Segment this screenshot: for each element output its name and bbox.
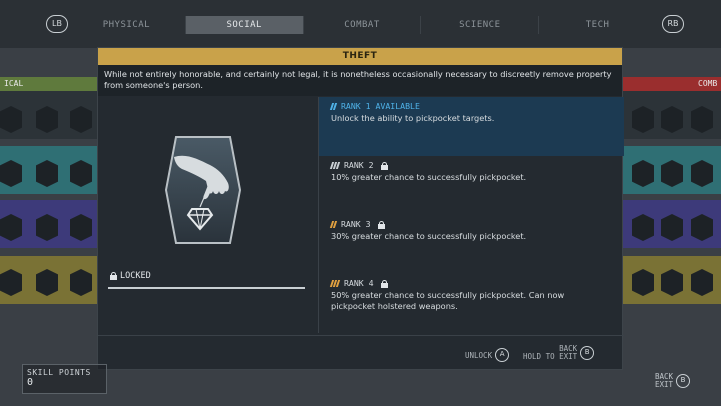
lock-icon bbox=[380, 161, 388, 170]
skill-badge[interactable] bbox=[691, 160, 713, 187]
skill-badge[interactable] bbox=[661, 160, 683, 187]
b-button-icon[interactable]: B bbox=[580, 346, 595, 360]
skill-badge[interactable] bbox=[36, 269, 58, 296]
rank-pips-icon bbox=[329, 280, 341, 287]
rank-1-description: Unlock the ability to pickpocket targets… bbox=[331, 113, 495, 123]
modal-footer: UNLOCK A BACK HOLD TO EXIT B bbox=[98, 335, 624, 371]
exit-label: EXIT bbox=[655, 380, 674, 389]
skill-points-label: SKILL POINTS bbox=[27, 368, 91, 377]
skill-points-value: 0 bbox=[27, 377, 34, 388]
skill-badge[interactable] bbox=[70, 269, 92, 296]
progress-bar bbox=[108, 287, 305, 289]
rank-2-row[interactable]: RANK 2 10% greater chance to successfull… bbox=[319, 156, 624, 215]
rank-3-title: RANK 3 bbox=[341, 219, 371, 229]
skill-badge[interactable] bbox=[632, 214, 654, 241]
tab-physical[interactable]: PHYSICAL bbox=[68, 16, 186, 34]
tab-science[interactable]: SCIENCE bbox=[421, 16, 540, 34]
back-hint[interactable]: BACK HOLD TO EXIT B bbox=[523, 345, 595, 361]
lock-icon bbox=[380, 279, 388, 288]
skill-badge[interactable] bbox=[691, 214, 713, 241]
rank-pips-icon bbox=[329, 221, 338, 228]
back-exit-hint[interactable]: BACK EXIT B bbox=[655, 373, 691, 389]
skill-badge[interactable] bbox=[70, 214, 92, 241]
rank-list: RANK 1 AVAILABLE Unlock the ability to p… bbox=[318, 97, 624, 333]
skill-points-box: SKILL POINTS 0 bbox=[22, 364, 107, 394]
skill-title: THEFT bbox=[98, 48, 622, 65]
skill-badge[interactable] bbox=[0, 160, 22, 187]
rank-2-description: 10% greater chance to successfully pickp… bbox=[331, 172, 527, 182]
lock-icon bbox=[377, 220, 385, 229]
b-button-icon[interactable]: B bbox=[676, 374, 691, 388]
skill-badge[interactable] bbox=[632, 269, 654, 296]
tab-combat[interactable]: COMBAT bbox=[304, 16, 422, 34]
rank-3-description: 30% greater chance to successfully pickp… bbox=[331, 231, 527, 241]
skill-badge[interactable] bbox=[661, 214, 683, 241]
skill-badge[interactable] bbox=[36, 214, 58, 241]
rank-pips-icon bbox=[329, 162, 341, 169]
skill-badge[interactable] bbox=[661, 106, 683, 133]
rb-bumper-button[interactable]: RB bbox=[662, 15, 684, 33]
skill-badge[interactable] bbox=[36, 106, 58, 133]
skill-badge[interactable] bbox=[36, 160, 58, 187]
skill-badge[interactable] bbox=[0, 214, 22, 241]
rank-1-title: RANK 1 AVAILABLE bbox=[341, 101, 420, 111]
lb-bumper-button[interactable]: LB bbox=[46, 15, 68, 33]
rank-2-title: RANK 2 bbox=[344, 160, 374, 170]
skill-badge[interactable] bbox=[691, 106, 713, 133]
skill-badge[interactable] bbox=[632, 160, 654, 187]
rank-4-description: 50% greater chance to successfully pickp… bbox=[331, 290, 565, 311]
lock-icon bbox=[110, 272, 117, 280]
category-tabs: PHYSICAL SOCIAL COMBAT SCIENCE TECH bbox=[68, 16, 656, 34]
rank-3-row[interactable]: RANK 3 30% greater chance to successfull… bbox=[319, 215, 624, 274]
locked-status: LOCKED bbox=[110, 271, 151, 281]
skill-badge[interactable] bbox=[632, 106, 654, 133]
category-tab-bar: LB PHYSICAL SOCIAL COMBAT SCIENCE TECH R… bbox=[0, 0, 721, 48]
rank-pips-icon bbox=[329, 103, 338, 110]
a-button-icon[interactable]: A bbox=[495, 348, 510, 362]
rank-4-title: RANK 4 bbox=[344, 278, 374, 288]
skill-badge[interactable] bbox=[70, 160, 92, 187]
rank-4-row[interactable]: RANK 4 50% greater chance to successfull… bbox=[319, 274, 624, 333]
skill-description: While not entirely honorable, and certai… bbox=[98, 65, 622, 96]
hand-grabbing-gem-icon bbox=[164, 136, 242, 244]
locked-label: LOCKED bbox=[120, 271, 151, 281]
combat-column-header: COMB bbox=[623, 77, 721, 91]
tab-social[interactable]: SOCIAL bbox=[185, 16, 304, 34]
tab-tech[interactable]: TECH bbox=[539, 16, 656, 34]
skill-badge[interactable] bbox=[691, 269, 713, 296]
skill-badge[interactable] bbox=[661, 269, 683, 296]
unlock-hint[interactable]: UNLOCK A bbox=[465, 348, 510, 362]
skill-badge[interactable] bbox=[0, 106, 22, 133]
skill-icon-panel: LOCKED bbox=[98, 97, 318, 333]
rank-1-row[interactable]: RANK 1 AVAILABLE Unlock the ability to p… bbox=[319, 97, 624, 156]
physical-column-header: ICAL bbox=[0, 77, 97, 91]
skill-detail-modal: THEFT While not entirely honorable, and … bbox=[97, 47, 624, 371]
skill-badge[interactable] bbox=[0, 269, 22, 296]
skill-badge[interactable] bbox=[70, 106, 92, 133]
hold-to-exit-label: HOLD TO EXIT bbox=[523, 352, 578, 361]
unlock-label: UNLOCK bbox=[465, 350, 493, 360]
